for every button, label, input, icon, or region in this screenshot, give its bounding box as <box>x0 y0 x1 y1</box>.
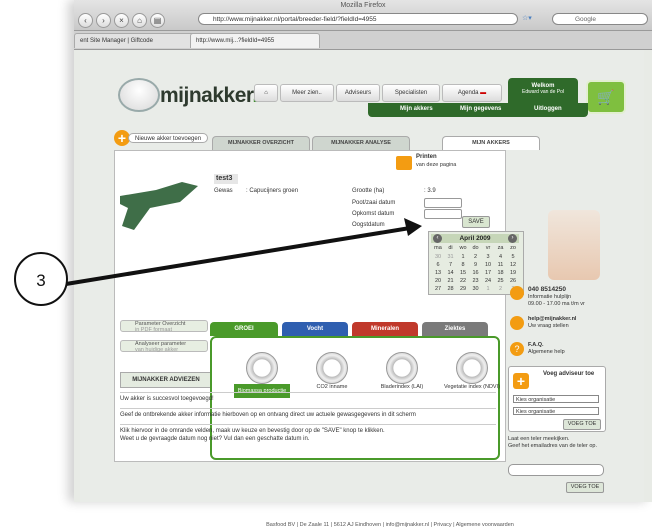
callout-number: 3 <box>14 252 68 306</box>
footer: Basfood BV | De Zaale 11 | 5612 AJ Eindh… <box>266 522 514 528</box>
callout-arrow <box>65 218 422 286</box>
